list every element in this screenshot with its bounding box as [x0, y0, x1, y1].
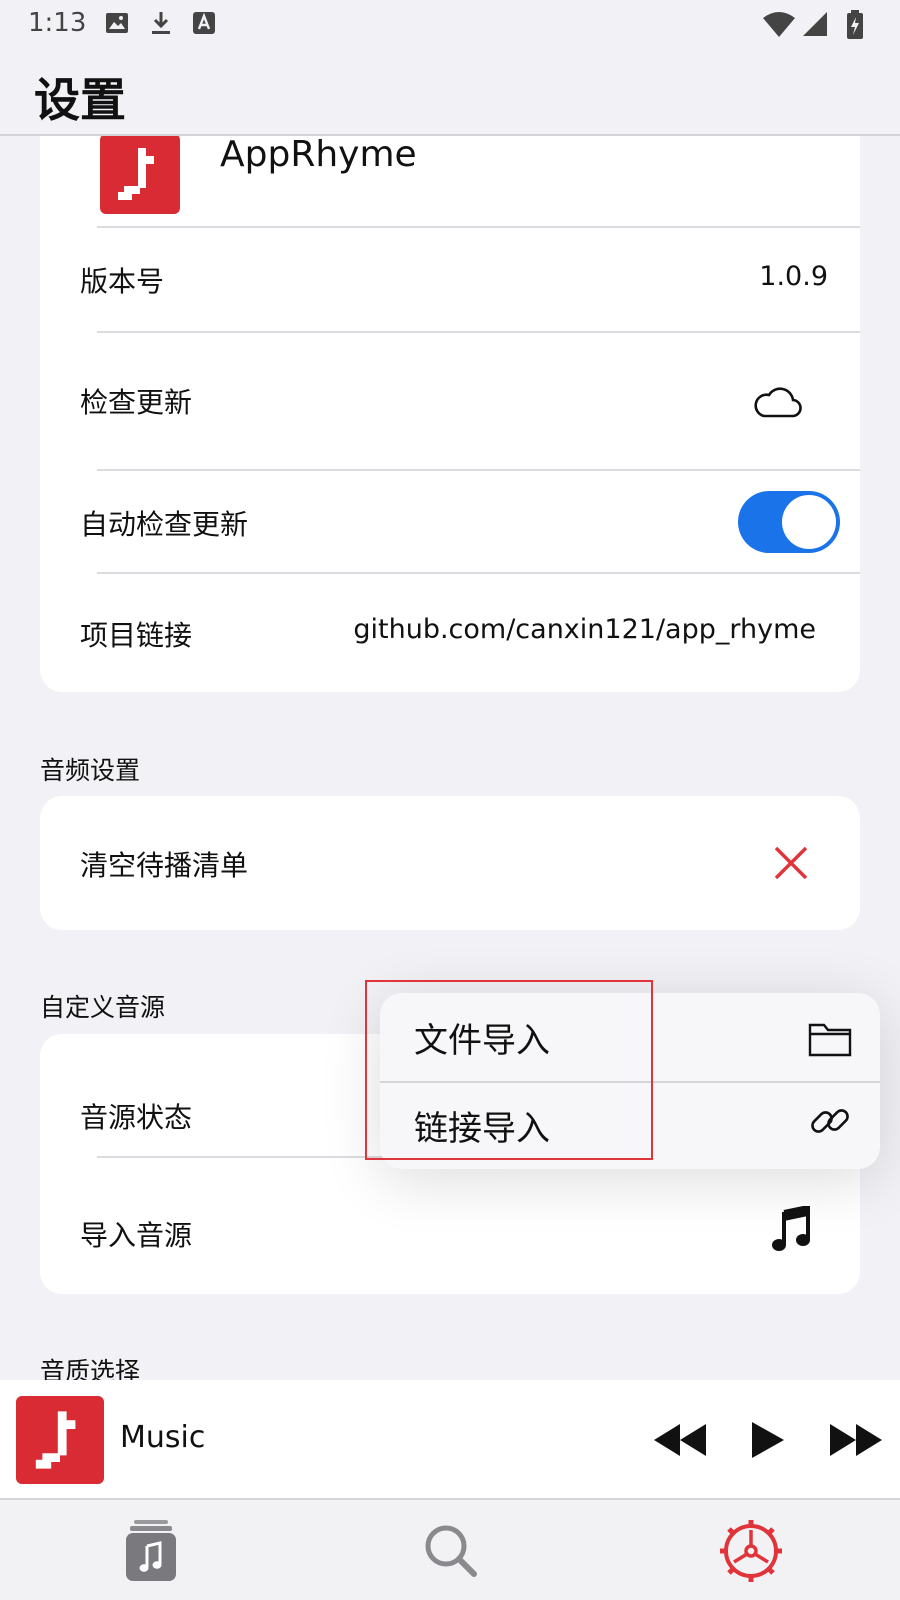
- app-name: AppRhyme: [220, 134, 417, 175]
- rewind-icon[interactable]: [654, 1424, 706, 1460]
- import-source-row[interactable]: 导入音源: [40, 1158, 860, 1294]
- fast-forward-icon[interactable]: [830, 1424, 882, 1460]
- import-source-label: 导入音源: [80, 1219, 193, 1252]
- auto-check-toggle[interactable]: [738, 491, 840, 553]
- download-icon: [148, 10, 174, 40]
- library-icon[interactable]: [116, 1516, 186, 1586]
- status-bar: 1:13: [0, 0, 900, 50]
- search-icon[interactable]: [416, 1516, 486, 1586]
- status-time: 1:13: [28, 8, 87, 38]
- bottom-nav: [0, 1500, 900, 1600]
- folder-icon: [808, 1021, 852, 1061]
- about-card: AppRhyme 版本号 1.0.9 检查更新 自动检查更新 项目链接 gith…: [40, 100, 860, 692]
- version-value: 1.0.9: [759, 261, 828, 292]
- mini-player[interactable]: Music: [0, 1380, 900, 1500]
- player-title: Music: [120, 1420, 206, 1455]
- audio-settings-card: 清空待播清单: [40, 796, 860, 930]
- version-label: 版本号: [80, 265, 165, 298]
- battery-icon: [846, 10, 864, 44]
- font-icon: [192, 10, 216, 40]
- project-link-value[interactable]: github.com/canxin121/app_rhyme: [353, 614, 816, 645]
- cloud-icon: [752, 383, 802, 423]
- check-update-row[interactable]: 检查更新: [40, 333, 860, 469]
- wifi-icon: [762, 10, 796, 42]
- close-icon[interactable]: [774, 846, 808, 884]
- project-link-row[interactable]: 项目链接 github.com/canxin121/app_rhyme: [40, 574, 860, 690]
- page-title: 设置: [34, 73, 126, 127]
- play-icon[interactable]: [750, 1420, 786, 1464]
- toggle-knob: [782, 495, 836, 549]
- auto-check-label: 自动检查更新: [80, 508, 249, 541]
- app-logo: [100, 134, 180, 214]
- clear-queue-label: 清空待播清单: [80, 849, 249, 882]
- link-icon: [808, 1099, 852, 1147]
- clear-queue-row[interactable]: 清空待播清单: [40, 796, 860, 930]
- title-bar: 设置: [0, 50, 900, 136]
- project-link-label: 项目链接: [80, 619, 193, 652]
- source-status-label: 音源状态: [80, 1101, 193, 1134]
- image-icon: [104, 10, 130, 40]
- highlight-box: [365, 980, 653, 1160]
- version-row: 版本号 1.0.9: [40, 228, 860, 332]
- settings-icon[interactable]: [716, 1516, 786, 1586]
- custom-source-section-label: 自定义音源: [40, 993, 166, 1022]
- signal-icon: [802, 10, 828, 42]
- music-note-icon: [772, 1204, 812, 1256]
- auto-check-row: 自动检查更新: [40, 471, 860, 571]
- audio-settings-section-label: 音频设置: [40, 756, 141, 785]
- check-update-label: 检查更新: [80, 386, 193, 419]
- album-art: [16, 1396, 104, 1484]
